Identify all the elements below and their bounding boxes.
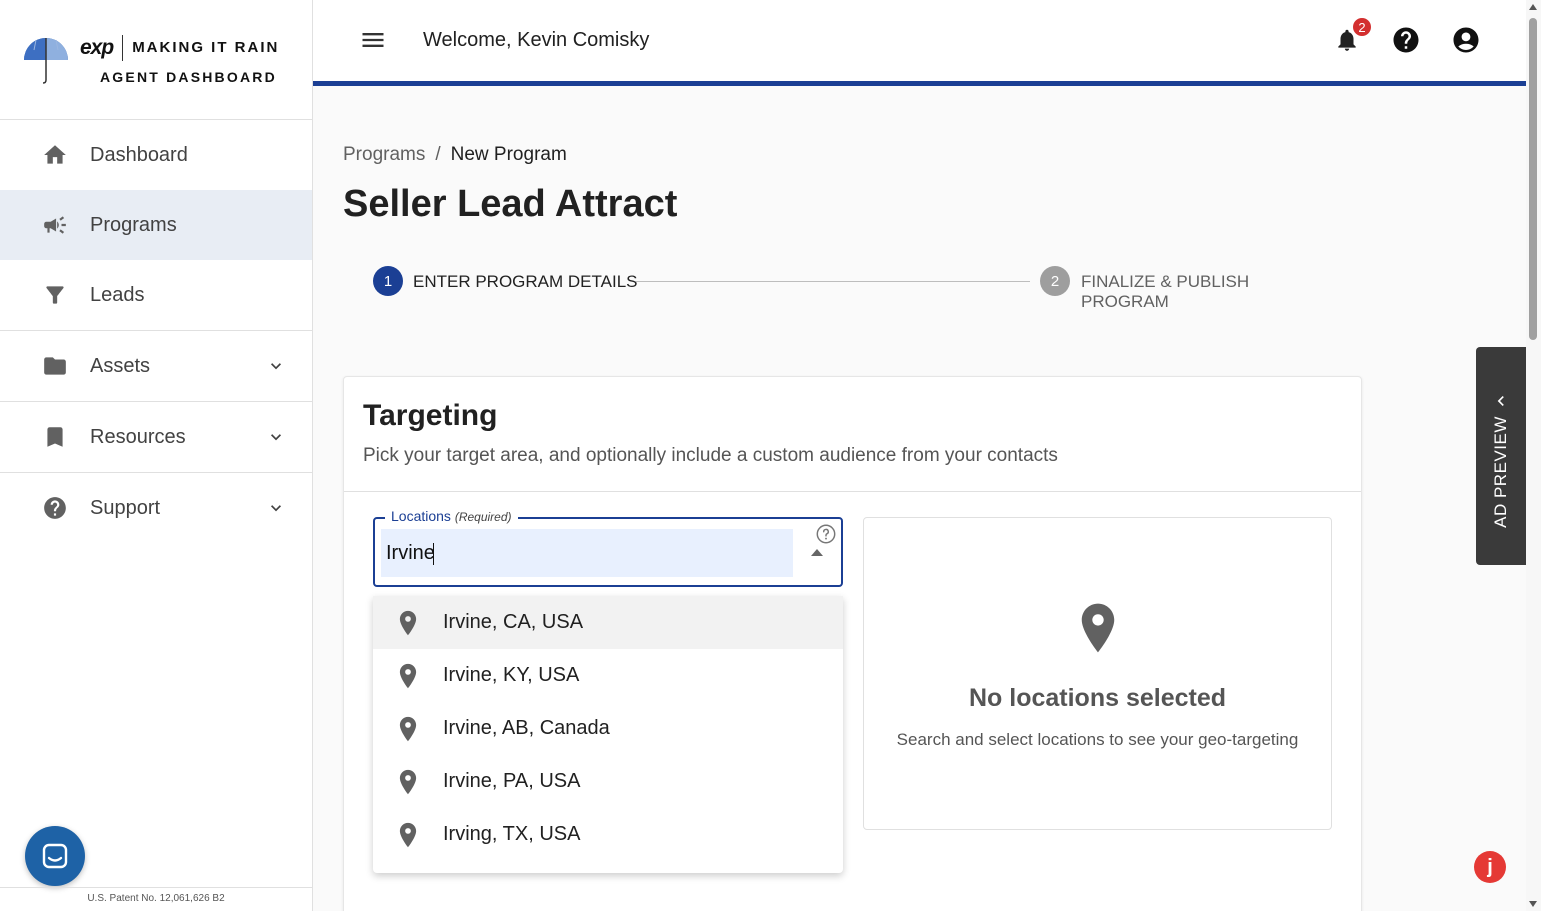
logo-divider — [122, 34, 124, 61]
required-tag: (Required) — [454, 510, 512, 524]
help-circle-icon — [1393, 27, 1419, 53]
folder-icon — [42, 353, 68, 379]
ad-preview-toggle[interactable]: AD PREVIEW — [1476, 347, 1526, 565]
location-pin-icon — [399, 663, 417, 688]
page-title: Seller Lead Attract — [343, 183, 678, 225]
sidebar-item-resources[interactable]: Resources — [0, 401, 312, 472]
brand-logo[interactable]: exp MAKING IT RAIN AGENT DASHBOARD — [0, 0, 312, 120]
scroll-thumb[interactable] — [1529, 18, 1537, 340]
locations-label: Locations (Required) — [385, 508, 518, 524]
suggestion-label: Irvine, AB, Canada — [443, 717, 610, 739]
chevron-left-icon — [1497, 396, 1504, 406]
sidebar-item-support[interactable]: Support — [0, 472, 312, 543]
suggestion-item[interactable]: Irvine, CA, USA — [373, 596, 843, 649]
hamburger-menu-icon[interactable] — [359, 26, 387, 54]
page-scrollbar[interactable] — [1526, 0, 1541, 911]
megaphone-icon — [42, 212, 68, 238]
patent-notice: U.S. Patent No. 12,061,626 B2 — [0, 887, 312, 911]
suggestion-label: Irving, TX, USA — [443, 823, 581, 845]
step-1-label[interactable]: ENTER PROGRAM DETAILS — [413, 272, 638, 292]
filter-icon — [42, 282, 68, 308]
sidebar-item-dashboard[interactable]: Dashboard — [0, 120, 312, 190]
suggestion-label: Irvine, PA, USA — [443, 770, 581, 792]
location-suggestions: Irvine, CA, USA Irvine, KY, USA Irvine, … — [373, 596, 843, 873]
location-pin-icon — [399, 610, 417, 635]
exp-logo: exp — [80, 35, 114, 59]
chevron-down-icon[interactable] — [266, 427, 286, 447]
help-button[interactable] — [1390, 24, 1422, 56]
step-1-indicator: 1 — [373, 266, 403, 296]
account-button[interactable] — [1450, 24, 1482, 56]
suggestion-item[interactable]: Irvine, AB, Canada — [373, 702, 843, 755]
program-stepper: 1 ENTER PROGRAM DETAILS 2 FINALIZE & PUB… — [373, 266, 1333, 311]
notification-count-badge: 2 — [1351, 16, 1373, 38]
breadcrumb-separator: / — [435, 144, 441, 165]
suggestion-item[interactable]: Irving, TX, USA — [373, 808, 843, 861]
targeting-card: Targeting Pick your target area, and opt… — [343, 376, 1362, 911]
welcome-message: Welcome, Kevin Comisky — [423, 29, 650, 51]
chevron-down-icon[interactable] — [266, 356, 286, 376]
empty-state-subtitle: Search and select locations to see your … — [896, 730, 1299, 749]
sidebar-item-assets[interactable]: Assets — [0, 330, 312, 401]
help-circle-icon — [42, 495, 68, 521]
location-pin-icon — [399, 822, 417, 847]
sidebar-item-label: Dashboard — [90, 143, 188, 166]
sidebar: exp MAKING IT RAIN AGENT DASHBOARD Dashb… — [0, 0, 313, 911]
stepper-connector — [636, 281, 1030, 282]
suggestion-item[interactable]: Irvine, PA, USA — [373, 755, 843, 808]
sidebar-item-label: Resources — [90, 425, 186, 448]
bookmark-icon — [42, 424, 68, 450]
location-pin-icon — [399, 716, 417, 741]
geo-targeting-panel: No locations selected Search and select … — [863, 517, 1332, 830]
sidebar-item-label: Leads — [90, 283, 145, 306]
dropdown-toggle-icon[interactable] — [811, 549, 823, 556]
sidebar-item-label: Support — [90, 496, 161, 519]
sidebar-item-programs[interactable]: Programs — [0, 190, 312, 260]
breadcrumb: Programs / New Program — [343, 144, 567, 166]
chat-icon — [42, 843, 68, 869]
brand-name: MAKING IT RAIN — [132, 39, 280, 56]
sidebar-item-label: Programs — [90, 213, 177, 236]
suggestion-label: Irvine, CA, USA — [443, 611, 584, 633]
help-outline-icon[interactable] — [815, 523, 837, 545]
brand-subtitle: AGENT DASHBOARD — [100, 68, 277, 85]
text-cursor — [433, 543, 434, 565]
card-divider — [344, 491, 1361, 492]
step-2-indicator: 2 — [1040, 266, 1070, 296]
locations-label-text: Locations — [391, 508, 451, 524]
umbrella-logo-icon — [24, 37, 68, 84]
chevron-down-icon[interactable] — [266, 498, 286, 518]
sidebar-item-label: Assets — [90, 354, 151, 377]
empty-state-title: No locations selected — [968, 684, 1227, 712]
breadcrumb-current: New Program — [450, 144, 567, 165]
locations-input[interactable] — [381, 529, 793, 577]
top-header: Welcome, Kevin Comisky 2 — [313, 0, 1526, 86]
sidebar-item-leads[interactable]: Leads — [0, 260, 312, 330]
locations-field[interactable]: Locations (Required) — [373, 508, 843, 587]
chat-launcher-button[interactable] — [25, 826, 85, 886]
account-circle-icon — [1453, 27, 1479, 53]
targeting-subtitle: Pick your target area, and optionally in… — [363, 445, 1058, 466]
home-icon — [42, 142, 68, 168]
scroll-down-arrow[interactable] — [1529, 901, 1537, 907]
location-pin-icon — [1081, 603, 1115, 653]
suggestion-item[interactable]: Irvine, KY, USA — [373, 649, 843, 702]
scroll-up-arrow[interactable] — [1529, 4, 1537, 10]
targeting-title: Targeting — [363, 399, 498, 432]
notifications-button[interactable]: 2 — [1331, 16, 1373, 56]
sidebar-nav: Dashboard Programs Leads Assets Resource… — [0, 120, 312, 543]
breadcrumb-programs-link[interactable]: Programs — [343, 144, 425, 166]
location-pin-icon — [399, 769, 417, 794]
step-2-label[interactable]: FINALIZE & PUBLISH PROGRAM — [1081, 272, 1333, 312]
suggestion-label: Irvine, KY, USA — [443, 664, 580, 686]
ad-preview-label: AD PREVIEW — [1491, 416, 1510, 528]
floating-widget-button[interactable]: j — [1474, 851, 1506, 883]
